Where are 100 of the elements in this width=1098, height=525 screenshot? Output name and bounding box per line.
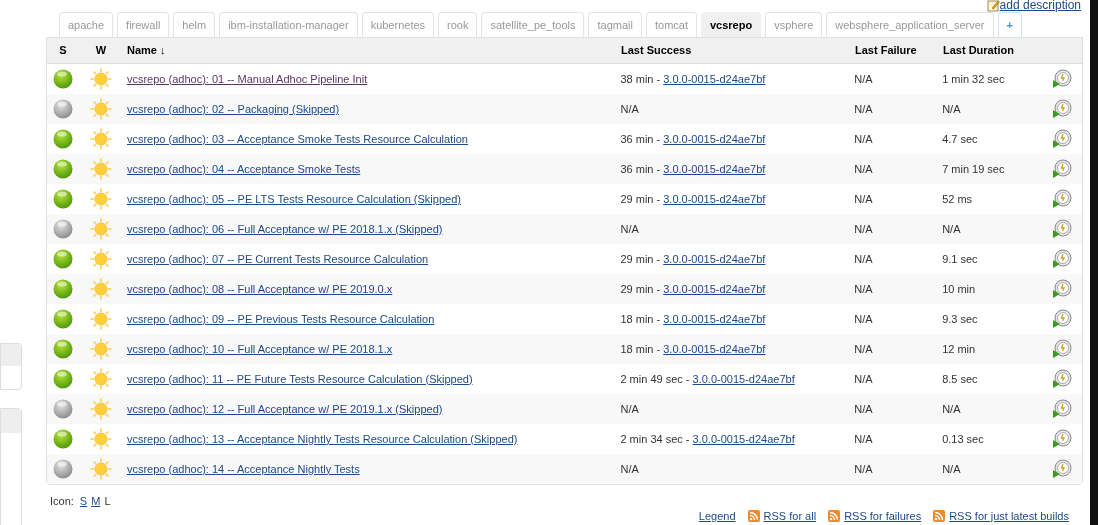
table-cell-text: 12 min (942, 341, 977, 357)
table-cell-text: N/A (854, 401, 874, 417)
table-cell-text: N/A (854, 371, 874, 387)
job-link[interactable]: vcsrepo (adhoc): 08 -- Full Acceptance w/ PE 2019.0.x (126, 282, 393, 295)
build-link[interactable]: 3.0.0-0015-d24ae7bf (692, 432, 795, 445)
schedule-build-icon[interactable] (1052, 129, 1072, 149)
job-link[interactable]: vcsrepo (adhoc): 10 -- Full Acceptance w/ PE 2018.1.x (126, 342, 393, 355)
job-link[interactable]: vcsrepo (adhoc): 14 -- Acceptance Nightly Tests (126, 462, 360, 475)
table-cell-text: 9.1 sec (942, 251, 979, 267)
sun-icon (89, 128, 112, 150)
table-cell-text: N/A (854, 281, 874, 297)
table-cell-text: 29 min - (620, 252, 662, 265)
icon-size-link[interactable]: M (91, 493, 101, 510)
schedule-build-icon[interactable] (1052, 339, 1072, 359)
column-header: Last Success (621, 43, 693, 59)
schedule-build-icon[interactable] (1052, 429, 1072, 449)
schedule-build-icon[interactable] (1052, 309, 1072, 329)
add-description-link[interactable]: add description (999, 0, 1081, 14)
sun-icon (89, 338, 112, 360)
sun-icon (89, 218, 112, 240)
build-link[interactable]: 3.0.0-0015-d24ae7bf (663, 252, 766, 265)
job-link[interactable]: vcsrepo (adhoc): 01 -- Manual Adhoc Pipeline Init (126, 72, 368, 85)
build-link[interactable]: 3.0.0-0015-d24ae7bf (663, 192, 766, 205)
table-cell: N/A (620, 102, 639, 115)
job-link[interactable]: vcsrepo (adhoc): 12 -- Full Acceptance w/ PE 2019.1.x (Skipped) (126, 402, 443, 415)
column-header: Last Failure (855, 43, 918, 59)
table-cell-text: 7 min 19 sec (942, 161, 1006, 177)
table-cell-text: 38 min - (620, 72, 662, 85)
table-cell-text: 18 min - (620, 342, 662, 355)
table-cell-text: N/A (854, 341, 874, 357)
icon-size-link[interactable]: L (104, 493, 111, 510)
table-cell-text: N/A (854, 101, 874, 117)
schedule-build-icon[interactable] (1052, 249, 1072, 269)
table-cell-text: N/A (854, 461, 874, 477)
icon-size-label: Icon: (50, 494, 74, 509)
table-cell-text: 0.13 sec (942, 431, 985, 447)
sun-icon (89, 428, 112, 450)
job-link[interactable]: vcsrepo (adhoc): 06 -- Full Acceptance w/ PE 2018.1.x (Skipped) (126, 222, 443, 235)
table-cell: N/A (620, 402, 639, 415)
table-cell-text: N/A (854, 71, 874, 87)
schedule-build-icon[interactable] (1052, 99, 1072, 119)
table-cell-text: 9.3 sec (942, 311, 979, 327)
rss-link[interactable]: RSS for failures (844, 507, 922, 524)
table-cell-text: 1 min 32 sec (942, 71, 1006, 87)
table-cell-text: 2 min 34 sec - (620, 432, 691, 445)
build-link[interactable]: 3.0.0-0015-d24ae7bf (692, 372, 795, 385)
table-cell-text: 2 min 49 sec - (620, 372, 691, 385)
table-cell-text: 36 min - (620, 132, 662, 145)
job-link[interactable]: vcsrepo (adhoc): 07 -- PE Current Tests Resource Calculation (126, 252, 429, 265)
table-cell-text: N/A (942, 461, 962, 477)
schedule-build-icon[interactable] (1052, 279, 1072, 299)
schedule-build-icon[interactable] (1052, 69, 1072, 89)
job-link[interactable]: vcsrepo (adhoc): 03 -- Acceptance Smoke Tests Resource Calculation (126, 132, 468, 145)
rss-link[interactable]: RSS for all (763, 507, 817, 524)
sun-icon (89, 188, 112, 210)
job-link[interactable]: vcsrepo (adhoc): 09 -- PE Previous Tests Resource Calculation (126, 312, 435, 325)
side-panel (0, 343, 22, 390)
job-link[interactable]: vcsrepo (adhoc): 04 -- Acceptance Smoke Tests (126, 162, 361, 175)
build-link[interactable]: 3.0.0-0015-d24ae7bf (663, 72, 766, 85)
notepad-icon (986, 0, 1000, 12)
table-cell-text: N/A (854, 431, 874, 447)
sun-icon (89, 68, 112, 90)
job-link[interactable]: vcsrepo (adhoc): 05 -- PE LTS Tests Resource Calculation (Skipped) (126, 192, 461, 205)
column-header[interactable]: Name ↓ (123, 42, 621, 59)
sun-icon (89, 248, 112, 270)
table-cell-text: 36 min - (620, 162, 662, 175)
sun-icon (89, 98, 112, 120)
table-cell-text: N/A (854, 131, 874, 147)
build-link[interactable]: 3.0.0-0015-d24ae7bf (663, 312, 766, 325)
sun-icon (89, 278, 112, 300)
sun-icon (89, 398, 112, 420)
rss-icon (933, 509, 946, 522)
build-link[interactable]: 3.0.0-0015-d24ae7bf (663, 162, 766, 175)
table-cell-text: 4.7 sec (942, 131, 979, 147)
schedule-build-icon[interactable] (1052, 459, 1072, 479)
schedule-build-icon[interactable] (1052, 369, 1072, 389)
job-link[interactable]: vcsrepo (adhoc): 11 -- PE Future Tests Resource Calculation (Skipped) (126, 372, 473, 385)
tab[interactable]: vcsrepo (700, 12, 762, 37)
table-cell: N/A (620, 222, 639, 235)
column-header: W (94, 43, 108, 59)
sun-icon (89, 458, 112, 480)
schedule-build-icon[interactable] (1052, 159, 1072, 179)
legend-link[interactable]: Legend (698, 507, 736, 524)
rss-icon (828, 509, 841, 522)
schedule-build-icon[interactable] (1052, 399, 1072, 419)
job-link[interactable]: vcsrepo (adhoc): 02 -- Packaging (Skipped) (126, 102, 340, 115)
table-cell-text: 29 min - (620, 192, 662, 205)
table-cell-text: N/A (942, 221, 962, 237)
table-cell-text: 18 min - (620, 312, 662, 325)
table-cell-text: N/A (854, 251, 874, 267)
rss-link[interactable]: RSS for just latest builds (949, 507, 1069, 524)
icon-size-link[interactable]: S (79, 493, 88, 510)
job-link[interactable]: vcsrepo (adhoc): 13 -- Acceptance Nightly Tests Resource Calculation (Skipped) (126, 432, 518, 445)
schedule-build-icon[interactable] (1052, 219, 1072, 239)
table-cell-text: N/A (854, 221, 874, 237)
build-link[interactable]: 3.0.0-0015-d24ae7bf (663, 132, 766, 145)
build-link[interactable]: 3.0.0-0015-d24ae7bf (663, 342, 766, 355)
table-cell-text: 29 min - (620, 282, 662, 295)
schedule-build-icon[interactable] (1052, 189, 1072, 209)
build-link[interactable]: 3.0.0-0015-d24ae7bf (663, 282, 766, 295)
